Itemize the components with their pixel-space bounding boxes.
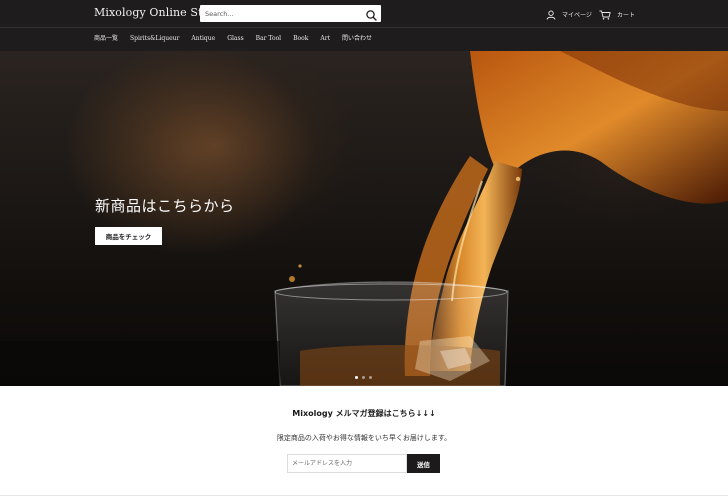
nav-item-glass[interactable]: Glass xyxy=(227,34,243,44)
nav-item-contact[interactable]: 問い合わせ xyxy=(342,34,372,44)
site-header: Mixology Online Store マイページ xyxy=(0,0,728,51)
main-nav: 商品一覧 Spirits&Liqueur Antique Glass Bar T… xyxy=(94,34,384,44)
account-label: マイページ xyxy=(562,11,592,19)
newsletter-section: Mixology メルマガ登録はこちら↓↓↓ 限定商品の入荷やお得な情報をいち早… xyxy=(0,386,728,500)
cart-label: カート xyxy=(617,11,636,19)
nav-item-antique[interactable]: Antique xyxy=(191,34,215,44)
search-icon[interactable] xyxy=(365,7,378,21)
slide-dot[interactable] xyxy=(362,376,365,379)
search-input[interactable] xyxy=(200,5,360,22)
cart-link[interactable]: カート xyxy=(599,8,635,20)
footer-divider xyxy=(0,495,728,496)
user-icon xyxy=(546,5,556,24)
nav-item-all-products[interactable]: 商品一覧 xyxy=(94,34,118,44)
cart-icon xyxy=(599,5,611,24)
nav-item-bar-tool[interactable]: Bar Tool xyxy=(256,34,281,44)
newsletter-submit-button[interactable]: 送信 xyxy=(407,454,440,473)
hero-banner[interactable]: 新商品はこちらから 商品をチェック xyxy=(0,51,728,386)
slide-indicators xyxy=(355,376,376,379)
slide-dot[interactable] xyxy=(355,376,358,379)
check-products-button[interactable]: 商品をチェック xyxy=(95,227,162,245)
search-box xyxy=(200,5,381,22)
slide-dot[interactable] xyxy=(369,376,372,379)
nav-item-book[interactable]: Book xyxy=(293,34,308,44)
nav-item-spirits-liqueur[interactable]: Spirits&Liqueur xyxy=(130,34,179,44)
header-divider xyxy=(0,27,728,28)
hero-whisky-pour-image xyxy=(0,51,728,386)
newsletter-title: Mixology メルマガ登録はこちら↓↓↓ xyxy=(292,409,436,418)
hero-title: 新商品はこちらから xyxy=(95,197,235,215)
account-link[interactable]: マイページ xyxy=(546,8,592,20)
header-top-bar: Mixology Online Store マイページ xyxy=(0,0,728,27)
nav-item-art[interactable]: Art xyxy=(320,34,330,44)
newsletter-description: 限定商品の入荷やお得な情報をいち早くお届けします。 xyxy=(276,434,452,442)
newsletter-form: 送信 xyxy=(287,454,440,473)
email-field[interactable] xyxy=(287,454,407,473)
